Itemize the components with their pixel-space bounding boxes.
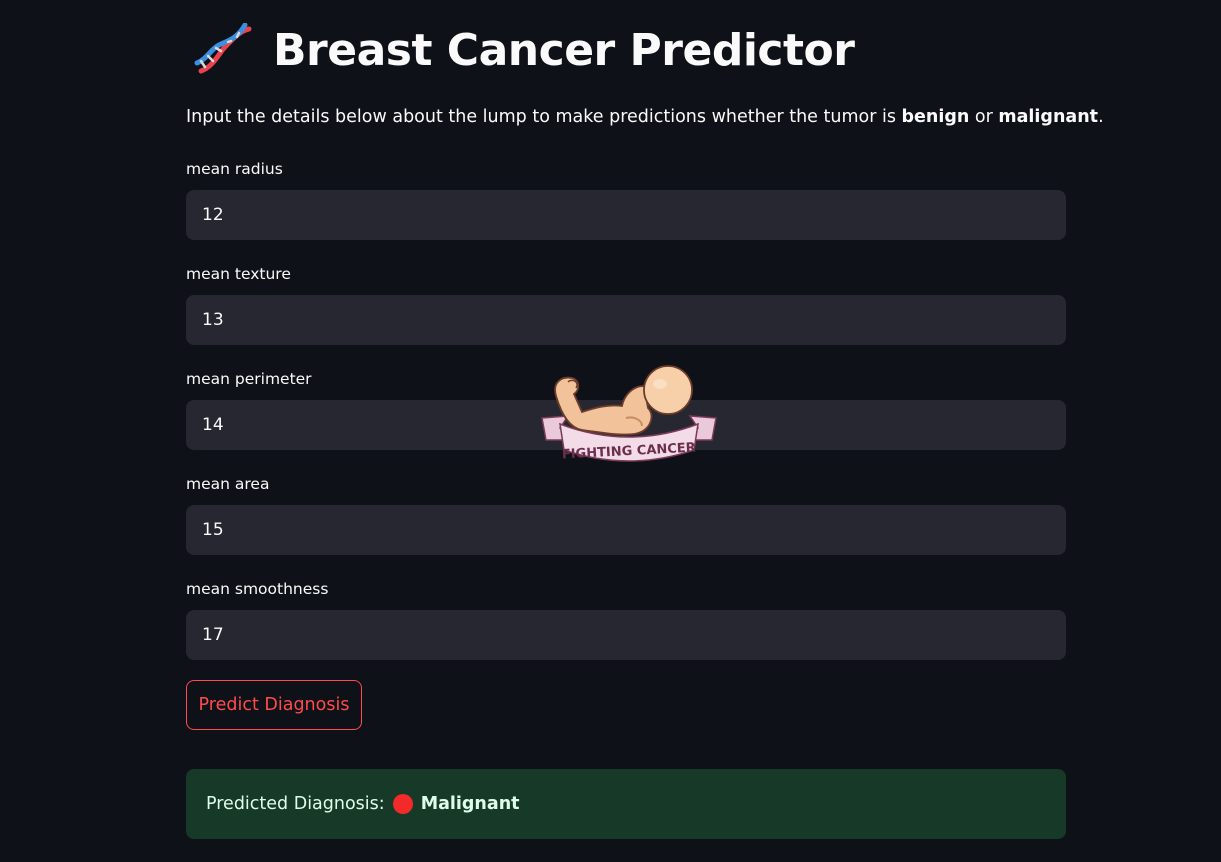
predict-diagnosis-button[interactable]: Predict Diagnosis [186, 680, 362, 730]
red-circle-icon [392, 794, 413, 814]
mean-radius-label: mean radius [186, 160, 283, 178]
result-diagnosis: Malignant [420, 794, 520, 814]
mean-texture-value: 13 [202, 310, 224, 330]
mean-perimeter-value: 14 [202, 415, 224, 435]
mean-radius-input[interactable]: 12 [186, 190, 1066, 240]
mean-area-label: mean area [186, 475, 270, 493]
mean-area-value: 15 [202, 520, 224, 540]
mean-area-input[interactable]: 15 [186, 505, 1066, 555]
mean-smoothness-input[interactable]: 17 [186, 610, 1066, 660]
page-title: Breast Cancer Predictor [273, 25, 855, 76]
flexing-arm-icon: FIGHTING CANCER [541, 365, 717, 463]
mean-smoothness-value: 17 [202, 625, 224, 645]
result-prefix: Predicted Diagnosis: [206, 794, 385, 814]
dna-icon [194, 23, 252, 74]
mean-texture-label: mean texture [186, 265, 291, 283]
mean-radius-value: 12 [202, 205, 224, 225]
mean-texture-input[interactable]: 13 [186, 295, 1066, 345]
page-header: Breast Cancer Predictor [193, 22, 855, 80]
mean-perimeter-label: mean perimeter [186, 370, 312, 388]
intro-text: Input the details below about the lump t… [186, 107, 1104, 127]
prediction-result: Predicted Diagnosis: Malignant [186, 769, 1066, 839]
mean-smoothness-label: mean smoothness [186, 580, 329, 598]
